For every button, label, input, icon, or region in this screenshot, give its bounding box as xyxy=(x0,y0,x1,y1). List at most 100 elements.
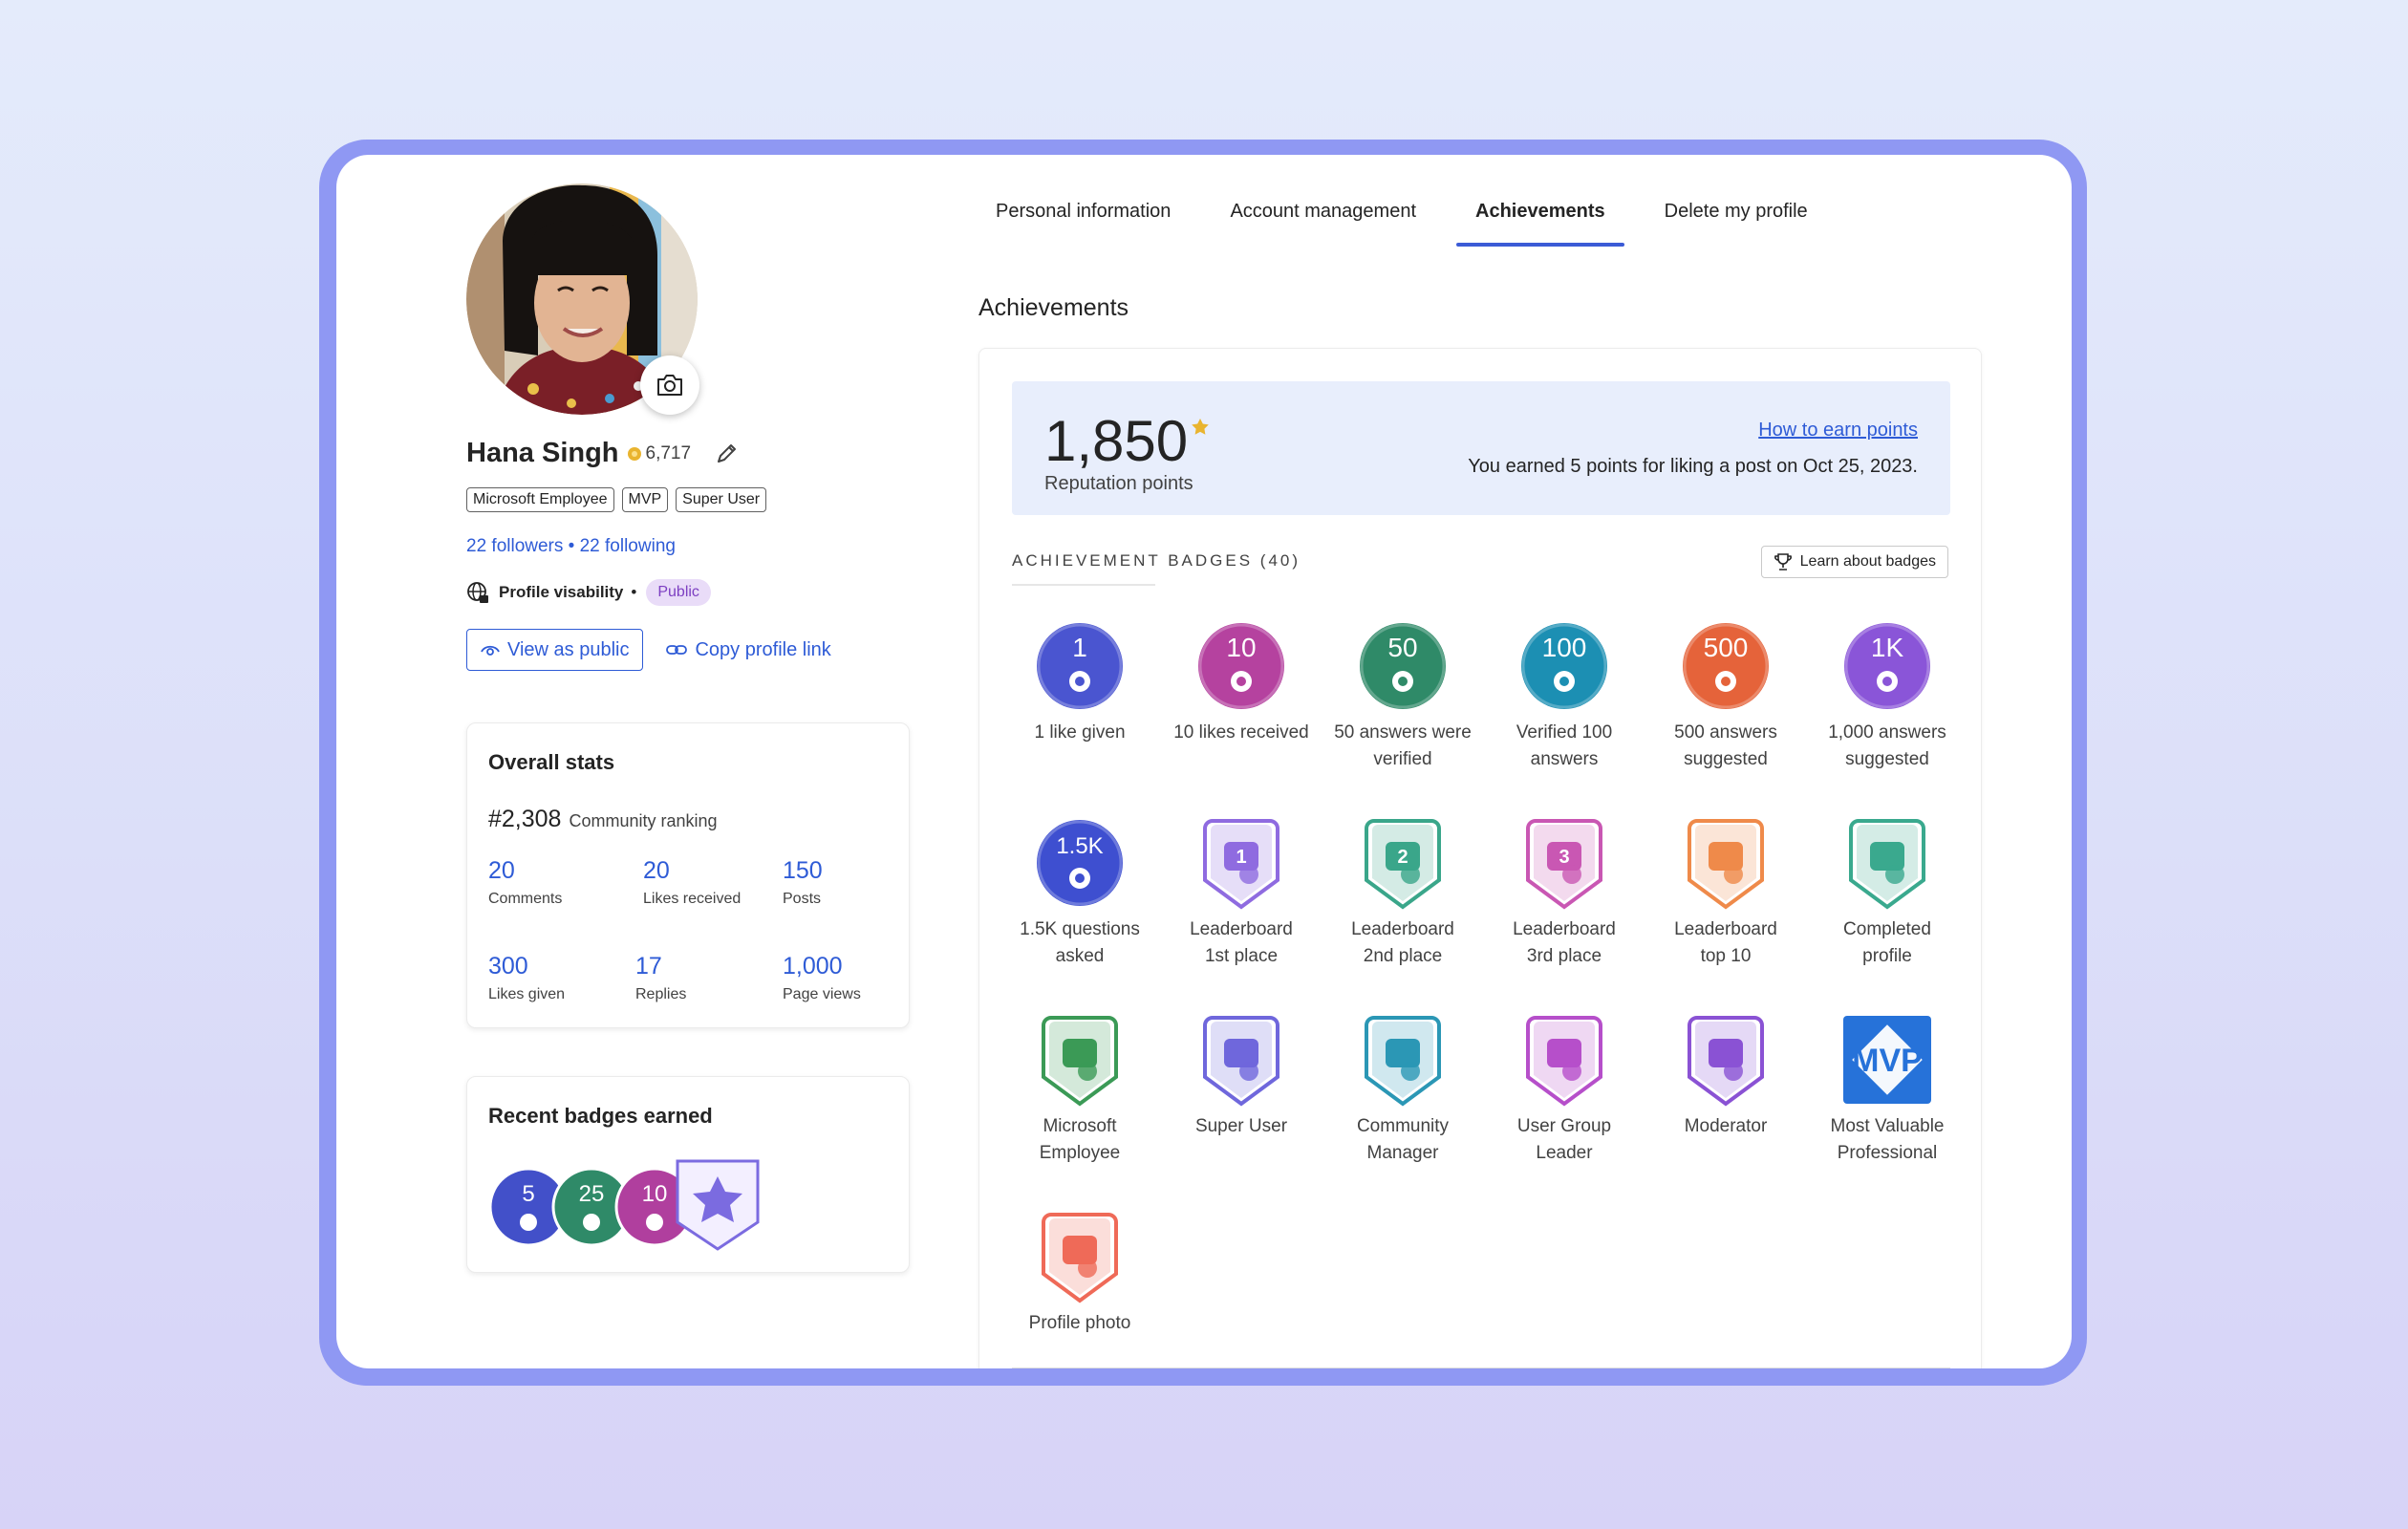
stat-value: 150 xyxy=(783,857,823,884)
overall-stats-card: Overall stats #2,308 Community ranking 2… xyxy=(466,722,910,1028)
badge-number: 100 xyxy=(1542,633,1587,662)
badge-label-line-1: Super User xyxy=(1194,1116,1288,1136)
verified-chat-icon: 100 xyxy=(1521,623,1607,709)
eye-icon xyxy=(481,645,500,656)
achievement-badge[interactable]: Profile photo xyxy=(999,1209,1161,1337)
stat-page-views: 1,000 Page views xyxy=(783,953,861,1003)
pencil-icon xyxy=(718,443,737,463)
stat-comments: 20 Comments xyxy=(488,857,562,908)
badge-label-line-1: Leaderboard xyxy=(1190,919,1293,939)
achievement-badges-grid: 1 1 like given 10 10 likes received 50 50 ans… xyxy=(979,349,1983,1368)
trophy-icon: 2 xyxy=(1365,819,1441,910)
achievement-badge[interactable]: 1 Leaderboard 1st place xyxy=(1160,815,1322,970)
badge-label-line-1: 10 likes received xyxy=(1173,722,1309,743)
badge-label-line-1: Completed xyxy=(1843,919,1931,939)
achievement-badge[interactable]: 1K 1,000 answers suggested xyxy=(1806,618,1968,773)
following-link[interactable]: 22 following xyxy=(580,536,676,556)
profile-visibility: Profile visability • Public xyxy=(466,579,711,606)
achievement-badge[interactable]: 50 50 answers were verified xyxy=(1322,618,1484,773)
link-icon xyxy=(666,645,688,655)
profile-points: 6,717 xyxy=(627,442,692,464)
stat-label: Posts xyxy=(783,891,822,907)
mvp-diamond-icon: MVP xyxy=(1843,1016,1931,1104)
achievement-badge[interactable]: User Group Leader xyxy=(1483,1012,1645,1167)
profile-tabs: Personal information Account management … xyxy=(977,201,1827,247)
achievement-badge[interactable]: MVP Most Valuable Professional xyxy=(1806,1012,1968,1167)
badge-number: 500 xyxy=(1704,633,1749,662)
stat-posts: 150 Posts xyxy=(783,857,823,908)
badge-number: 1K xyxy=(1871,633,1904,662)
stat-label: Page views xyxy=(783,986,861,1002)
thumbs-up-icon xyxy=(520,1214,537,1231)
profile-actions: View as public Copy profile link xyxy=(466,629,831,671)
badge-label-line-2: 2nd place xyxy=(1363,946,1443,966)
achievement-badge[interactable]: 500 500 answers suggested xyxy=(1645,618,1807,773)
achievement-badge[interactable]: 3 Leaderboard 3rd place xyxy=(1483,815,1645,970)
trophy-icon: 3 xyxy=(1526,819,1602,910)
change-photo-button[interactable] xyxy=(640,355,699,415)
badge-label: 1.5K questions asked xyxy=(999,916,1161,970)
like-received-icon: 10 xyxy=(1198,623,1284,709)
stat-value: 1,000 xyxy=(783,953,843,980)
badge-label-line-1: Leaderboard xyxy=(1351,919,1454,939)
recent-badge[interactable] xyxy=(676,1159,760,1251)
badge-label-line-1: User Group xyxy=(1516,1116,1612,1136)
camera-icon xyxy=(657,375,682,396)
stat-value: 300 xyxy=(488,953,528,980)
group-icon xyxy=(1526,1016,1602,1107)
badge-label-line-1: Leaderboard xyxy=(1513,919,1616,939)
copy-profile-link-button[interactable]: Copy profile link xyxy=(666,639,831,661)
achievement-badge[interactable]: 100 Verified 100 answers xyxy=(1483,618,1645,773)
achievement-badge[interactable]: 10 10 likes received xyxy=(1160,618,1322,746)
recent-badges-card: Recent badges earned 5 25 10 xyxy=(466,1076,910,1273)
achievement-badge[interactable]: Super User xyxy=(1160,1012,1322,1140)
check-icon: 50 xyxy=(1360,623,1446,709)
badge-label-line-2: 3rd place xyxy=(1526,946,1602,966)
achievement-badge[interactable]: Moderator xyxy=(1645,1012,1807,1140)
question-icon: 1.5K xyxy=(1037,820,1123,906)
edit-name-button[interactable] xyxy=(714,441,739,466)
badge-label: Verified 100 answers xyxy=(1483,720,1645,773)
achievement-badge[interactable]: 1.5K 1.5K questions asked xyxy=(999,815,1161,970)
followers-link[interactable]: 22 followers xyxy=(466,536,563,556)
badge-label-line-2: suggested xyxy=(1845,749,1929,769)
achievement-badge[interactable]: Leaderboard top 10 xyxy=(1645,815,1807,970)
ranking-value: #2,308 xyxy=(488,806,562,832)
achievement-badge[interactable]: 1 1 like given xyxy=(999,618,1161,746)
badge-label-line-1: Profile photo xyxy=(1028,1313,1131,1333)
profile-name: Hana Singh xyxy=(466,438,619,468)
stat-label: Replies xyxy=(635,986,687,1002)
tab-delete-my-profile[interactable]: Delete my profile xyxy=(1645,201,1827,247)
badge-label-line-1: 50 answers were xyxy=(1334,722,1472,743)
profile-points-value: 6,717 xyxy=(645,442,692,463)
visibility-dot: • xyxy=(631,583,637,601)
badge-number: 1.5K xyxy=(1056,833,1103,859)
achievement-badge[interactable]: Completed profile xyxy=(1806,815,1968,970)
recent-badges-list: 5 25 10 xyxy=(488,1159,760,1251)
view-as-public-button[interactable]: View as public xyxy=(466,629,644,671)
lightbulb-icon: 500 xyxy=(1683,623,1769,709)
achievement-badge[interactable]: Community Manager xyxy=(1322,1012,1484,1167)
visibility-status-badge[interactable]: Public xyxy=(646,579,711,606)
tag-mvp: MVP xyxy=(621,487,669,512)
badge-label: Leaderboard top 10 xyxy=(1645,916,1807,970)
visibility-label: Profile visability xyxy=(499,583,624,601)
badge-label-line-1: Community xyxy=(1356,1116,1450,1136)
achievements-card: 1,850 Reputation points How to earn poin… xyxy=(978,348,1982,1368)
check-icon xyxy=(583,1214,600,1231)
stat-label: Likes received xyxy=(643,891,742,907)
stat-label: Likes given xyxy=(488,986,566,1002)
tab-achievements[interactable]: Achievements xyxy=(1456,201,1624,247)
badge-label-line-1: Microsoft xyxy=(1043,1116,1117,1136)
badge-number: 1 xyxy=(1236,847,1246,868)
badge-label-line-2: verified xyxy=(1373,749,1432,769)
achievement-badge[interactable]: 2 Leaderboard 2nd place xyxy=(1322,815,1484,970)
badge-label-line-2: answers xyxy=(1530,749,1599,769)
badge-label-line-2: Employee xyxy=(1039,1143,1121,1163)
badge-number: 2 xyxy=(1397,847,1408,868)
achievement-badge[interactable]: Microsoft Employee xyxy=(999,1012,1161,1167)
avatar-container xyxy=(466,183,699,415)
tab-account-management[interactable]: Account management xyxy=(1211,201,1435,247)
stat-replies: 17 Replies xyxy=(635,953,686,1003)
tab-personal-information[interactable]: Personal information xyxy=(977,201,1190,247)
